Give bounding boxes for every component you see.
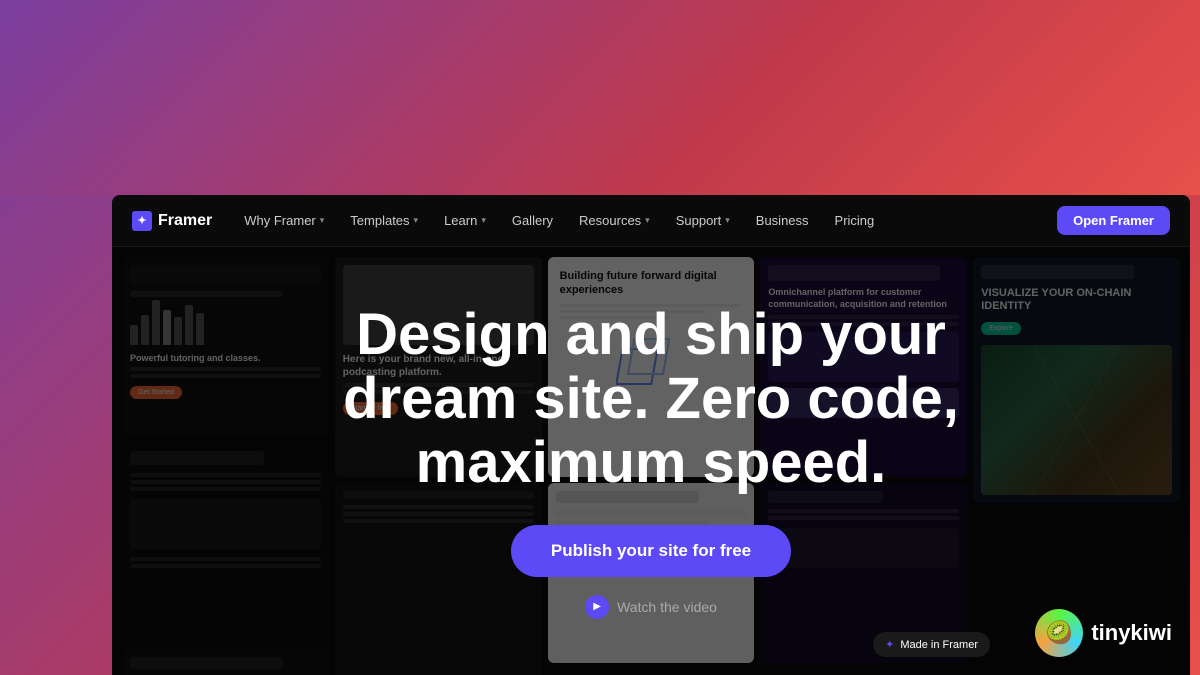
- nav-items: Why Framer ▾ Templates ▾ Learn ▾ Gallery…: [232, 207, 1057, 234]
- browser-window: ✦ Framer Why Framer ▾ Templates ▾ Learn …: [112, 195, 1190, 675]
- hero-title: Design and ship your dream site. Zero co…: [343, 303, 959, 494]
- browser-background: [0, 0, 1200, 195]
- nav-gallery[interactable]: Gallery: [500, 207, 565, 234]
- chevron-icon: ▾: [645, 215, 650, 226]
- nav-learn[interactable]: Learn ▾: [432, 207, 498, 234]
- nav-templates[interactable]: Templates ▾: [338, 207, 430, 234]
- tinykiwi-text: tinykiwi: [1091, 620, 1172, 646]
- open-framer-button[interactable]: Open Framer: [1057, 206, 1170, 235]
- chevron-icon: ▾: [481, 215, 486, 226]
- nav-support[interactable]: Support ▾: [664, 207, 742, 234]
- publish-cta-button[interactable]: Publish your site for free: [511, 525, 791, 577]
- play-icon: ▶: [585, 595, 609, 619]
- chevron-icon: ▾: [320, 215, 325, 226]
- framer-icon: ✦: [885, 638, 894, 651]
- tinykiwi-badge: 🥝 tinykiwi: [1035, 609, 1172, 657]
- logo-icon: ✦: [132, 211, 152, 231]
- made-in-framer-badge: ✦ Made in Framer: [873, 632, 990, 657]
- watch-video-link[interactable]: ▶ Watch the video: [585, 595, 717, 619]
- nav-why-framer[interactable]: Why Framer ▾: [232, 207, 336, 234]
- logo[interactable]: ✦ Framer: [132, 211, 212, 231]
- logo-text: Framer: [158, 212, 212, 230]
- chevron-icon: ▾: [414, 215, 419, 226]
- hero-content: Design and ship your dream site. Zero co…: [112, 247, 1190, 675]
- nav-pricing[interactable]: Pricing: [823, 207, 887, 234]
- nav-resources[interactable]: Resources ▾: [567, 207, 662, 234]
- chevron-icon: ▾: [725, 215, 730, 226]
- navbar: ✦ Framer Why Framer ▾ Templates ▾ Learn …: [112, 195, 1190, 247]
- hero-section: Powerful tutoring and classes. Get Start…: [112, 247, 1190, 675]
- nav-business[interactable]: Business: [744, 207, 821, 234]
- tinykiwi-logo-icon: 🥝: [1035, 609, 1083, 657]
